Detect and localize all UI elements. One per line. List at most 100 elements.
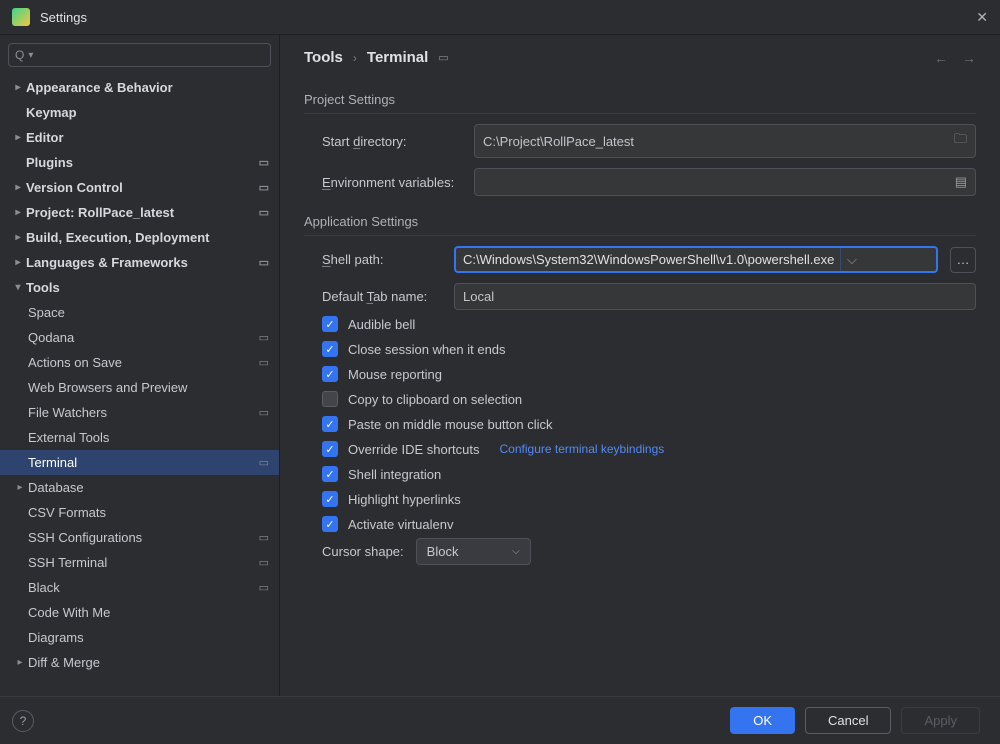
tree-item-label: Database bbox=[28, 480, 269, 495]
tree-arrow-icon[interactable] bbox=[10, 132, 26, 143]
tree-arrow-icon[interactable] bbox=[10, 82, 26, 93]
checkbox[interactable]: ✓ bbox=[322, 416, 338, 432]
project-settings-header: Project Settings bbox=[304, 92, 976, 114]
default-tab-input[interactable]: Local bbox=[454, 283, 976, 310]
tree-arrow-icon[interactable] bbox=[12, 657, 28, 668]
modified-badge-icon: ▭ bbox=[259, 556, 269, 569]
modified-badge-icon: ▭ bbox=[259, 156, 269, 169]
tree-item-diagrams[interactable]: Diagrams bbox=[0, 625, 279, 650]
tree-item-label: Qodana bbox=[28, 330, 259, 345]
tree-item-label: Diff & Merge bbox=[28, 655, 269, 670]
tree-item-actions-on-save[interactable]: Actions on Save▭ bbox=[0, 350, 279, 375]
tree-arrow-icon[interactable] bbox=[12, 482, 28, 493]
checkbox[interactable] bbox=[322, 391, 338, 407]
checkbox-label: Close session when it ends bbox=[348, 342, 506, 357]
tree-arrow-icon[interactable] bbox=[10, 182, 26, 193]
main-panel: Tools › Terminal ▭ ← → Project Settings … bbox=[280, 35, 1000, 696]
cursor-shape-select[interactable]: Block ⌵ bbox=[416, 538, 531, 565]
tree-item-appearance-behavior[interactable]: Appearance & Behavior bbox=[0, 75, 279, 100]
tree-item-languages-frameworks[interactable]: Languages & Frameworks▭ bbox=[0, 250, 279, 275]
tree-item-web-browsers-and-preview[interactable]: Web Browsers and Preview bbox=[0, 375, 279, 400]
tree-item-csv-formats[interactable]: CSV Formats bbox=[0, 500, 279, 525]
breadcrumb: Tools › Terminal ▭ ← → bbox=[304, 49, 976, 66]
checkbox[interactable]: ✓ bbox=[322, 491, 338, 507]
env-vars-label: Environment variables: bbox=[322, 175, 462, 190]
tree-item-label: External Tools bbox=[28, 430, 269, 445]
search-icon: Q bbox=[15, 48, 24, 62]
tree-item-label: SSH Configurations bbox=[28, 530, 259, 545]
checkbox-row: ✓Audible bell bbox=[322, 316, 976, 332]
checkbox[interactable]: ✓ bbox=[322, 316, 338, 332]
tree-item-database[interactable]: Database bbox=[0, 475, 279, 500]
checkbox-row: ✓Paste on middle mouse button click bbox=[322, 416, 976, 432]
dialog-footer: ? OK Cancel Apply bbox=[0, 696, 1000, 744]
checkbox[interactable]: ✓ bbox=[322, 366, 338, 382]
modified-badge-icon: ▭ bbox=[259, 456, 269, 469]
cancel-button[interactable]: Cancel bbox=[805, 707, 891, 734]
configure-keybindings-link[interactable]: Configure terminal keybindings bbox=[500, 442, 665, 456]
browse-button[interactable]: … bbox=[950, 247, 976, 273]
chevron-down-icon: ⌵ bbox=[512, 546, 520, 557]
tree-item-build-execution-deployment[interactable]: Build, Execution, Deployment bbox=[0, 225, 279, 250]
apply-button: Apply bbox=[901, 707, 980, 734]
checkbox-label: Highlight hyperlinks bbox=[348, 492, 461, 507]
env-vars-input[interactable]: ▤ bbox=[474, 168, 976, 196]
tree-item-qodana[interactable]: Qodana▭ bbox=[0, 325, 279, 350]
breadcrumb-root[interactable]: Tools bbox=[304, 49, 343, 66]
application-settings-header: Application Settings bbox=[304, 214, 976, 236]
chevron-down-icon[interactable]: ⌵ bbox=[840, 248, 862, 271]
tree-item-project-rollpace-latest[interactable]: Project: RollPace_latest▭ bbox=[0, 200, 279, 225]
tree-item-label: Keymap bbox=[26, 105, 269, 120]
tree-arrow-icon[interactable] bbox=[10, 257, 26, 268]
checkbox[interactable]: ✓ bbox=[322, 441, 338, 457]
modified-badge-icon: ▭ bbox=[259, 406, 269, 419]
tree-item-label: Plugins bbox=[26, 155, 259, 170]
checkbox[interactable]: ✓ bbox=[322, 466, 338, 482]
tree-item-version-control[interactable]: Version Control▭ bbox=[0, 175, 279, 200]
search-input[interactable]: Q▾ bbox=[8, 43, 271, 67]
tree-item-space[interactable]: Space bbox=[0, 300, 279, 325]
tree-item-code-with-me[interactable]: Code With Me bbox=[0, 600, 279, 625]
tree-item-tools[interactable]: Tools bbox=[0, 275, 279, 300]
checkbox-row: ✓ Close session when it ends bbox=[322, 341, 976, 357]
checkbox[interactable]: ✓ bbox=[322, 516, 338, 532]
help-button[interactable]: ? bbox=[12, 710, 34, 732]
tree-item-ssh-configurations[interactable]: SSH Configurations▭ bbox=[0, 525, 279, 550]
tree-item-label: Appearance & Behavior bbox=[26, 80, 269, 95]
tree-arrow-icon[interactable] bbox=[10, 232, 26, 243]
tree-item-editor[interactable]: Editor bbox=[0, 125, 279, 150]
modified-badge-icon: ▭ bbox=[259, 356, 269, 369]
window-title: Settings bbox=[40, 10, 976, 25]
close-icon[interactable]: ✕ bbox=[976, 9, 988, 26]
tree-arrow-icon[interactable] bbox=[10, 207, 26, 218]
tree-item-label: Code With Me bbox=[28, 605, 269, 620]
tree-item-ssh-terminal[interactable]: SSH Terminal▭ bbox=[0, 550, 279, 575]
tree-item-external-tools[interactable]: External Tools bbox=[0, 425, 279, 450]
start-directory-input[interactable]: C:\Project\RollPace_latest 🗀 bbox=[474, 124, 976, 158]
expand-icon[interactable]: ▤ bbox=[955, 174, 967, 190]
nav-forward-icon[interactable]: → bbox=[962, 50, 976, 66]
checkbox[interactable]: ✓ bbox=[322, 341, 338, 357]
settings-tree[interactable]: Appearance & BehaviorKeymapEditorPlugins… bbox=[0, 75, 279, 696]
tree-item-keymap[interactable]: Keymap bbox=[0, 100, 279, 125]
tree-item-black[interactable]: Black▭ bbox=[0, 575, 279, 600]
tree-item-terminal[interactable]: Terminal▭ bbox=[0, 450, 279, 475]
checkbox-label: Shell integration bbox=[348, 467, 441, 482]
breadcrumb-leaf: Terminal bbox=[367, 49, 428, 66]
tree-item-file-watchers[interactable]: File Watchers▭ bbox=[0, 400, 279, 425]
folder-icon[interactable]: 🗀 bbox=[954, 130, 967, 152]
checkbox-label: Override IDE shortcuts bbox=[348, 442, 480, 457]
tree-arrow-icon[interactable] bbox=[10, 282, 26, 293]
nav-back-icon[interactable]: ← bbox=[934, 50, 948, 66]
modified-badge-icon: ▭ bbox=[259, 581, 269, 594]
tree-item-plugins[interactable]: Plugins▭ bbox=[0, 150, 279, 175]
tree-item-label: Web Browsers and Preview bbox=[28, 380, 269, 395]
checkbox-row: ✓ Highlight hyperlinks bbox=[322, 491, 976, 507]
shell-path-input[interactable]: C:\Windows\System32\WindowsPowerShell\v1… bbox=[454, 246, 938, 273]
modified-badge-icon: ▭ bbox=[259, 206, 269, 219]
tree-item-label: Project: RollPace_latest bbox=[26, 205, 259, 220]
tree-item-diff-merge[interactable]: Diff & Merge bbox=[0, 650, 279, 675]
checkbox-row: ✓ Shell integration bbox=[322, 466, 976, 482]
sidebar: Q▾ Appearance & BehaviorKeymapEditorPlug… bbox=[0, 35, 280, 696]
ok-button[interactable]: OK bbox=[730, 707, 795, 734]
